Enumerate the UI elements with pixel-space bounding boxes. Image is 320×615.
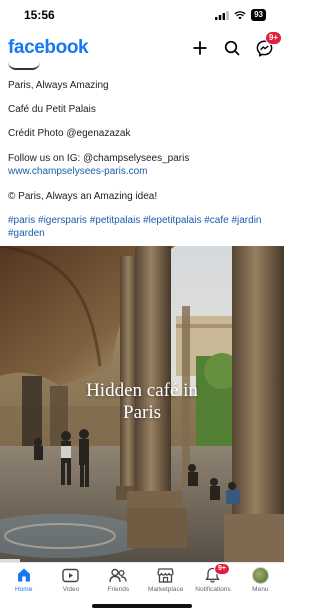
bell-icon: 9+ (204, 563, 230, 583)
plus-icon (193, 41, 207, 55)
post-line: Crédit Photo @egenazazak (8, 128, 131, 139)
nav-label: Notifications (195, 586, 231, 593)
bottom-nav: Home Video Friends Marketplace 9+ Notifi… (0, 562, 284, 598)
video-icon (62, 567, 80, 583)
nav-item-menu[interactable]: Menu (237, 563, 284, 598)
marketplace-icon (157, 567, 175, 583)
home-indicator (92, 604, 192, 608)
signal-icon (215, 10, 229, 20)
profile-avatar (251, 566, 269, 584)
nav-label: Video (62, 586, 80, 593)
nav-item-notifications[interactable]: 9+ Notifications (189, 563, 236, 598)
overlay-line-2: Paris (123, 402, 161, 423)
avatar (251, 566, 269, 584)
page-avatar[interactable] (8, 62, 40, 70)
nav-label: Home (14, 586, 33, 593)
nav-label: Marketplace (147, 586, 184, 593)
create-button[interactable] (190, 38, 210, 58)
nav-item-friends[interactable]: Friends (95, 563, 142, 598)
nav-item-home[interactable]: Home (0, 563, 47, 598)
search-icon (224, 40, 240, 56)
friends-icon (109, 567, 127, 583)
hashtags[interactable]: #paris #igersparis #petitpalais #lepetit… (8, 214, 268, 240)
website-link[interactable]: www.champselysees-paris.com (8, 165, 148, 178)
facebook-logo[interactable]: facebook (8, 37, 89, 59)
status-time: 15:56 (24, 8, 55, 22)
post-line: Follow us on IG: @champselysees_paris (8, 153, 190, 164)
post-video[interactable]: Hidden café in Paris (0, 246, 284, 562)
messenger-badge: 9+ (264, 31, 282, 45)
post-line: Café du Petit Palais (8, 104, 96, 115)
status-icons: 93 (215, 9, 266, 21)
notifications-badge: 9+ (213, 563, 230, 575)
status-bar: 15:56 93 (0, 0, 284, 30)
wifi-icon (234, 10, 246, 19)
video-overlay-caption: Hidden café in Paris (0, 380, 284, 424)
nav-label: Menu (252, 586, 269, 593)
messenger-button[interactable]: 9+ (254, 31, 282, 58)
overlay-line-1: Hidden café in (86, 380, 198, 401)
nav-label: Friends (107, 586, 130, 593)
post-line: © Paris, Always an Amazing idea! (8, 191, 158, 202)
nav-item-video[interactable]: Video (47, 563, 94, 598)
search-button[interactable] (222, 38, 242, 58)
nav-item-marketplace[interactable]: Marketplace (142, 563, 189, 598)
home-icon (15, 567, 33, 583)
battery-indicator: 93 (251, 9, 266, 21)
post-line: Paris, Always Amazing (8, 80, 109, 91)
header-actions: 9+ (190, 31, 282, 58)
app-header: facebook 9+ (0, 30, 284, 66)
